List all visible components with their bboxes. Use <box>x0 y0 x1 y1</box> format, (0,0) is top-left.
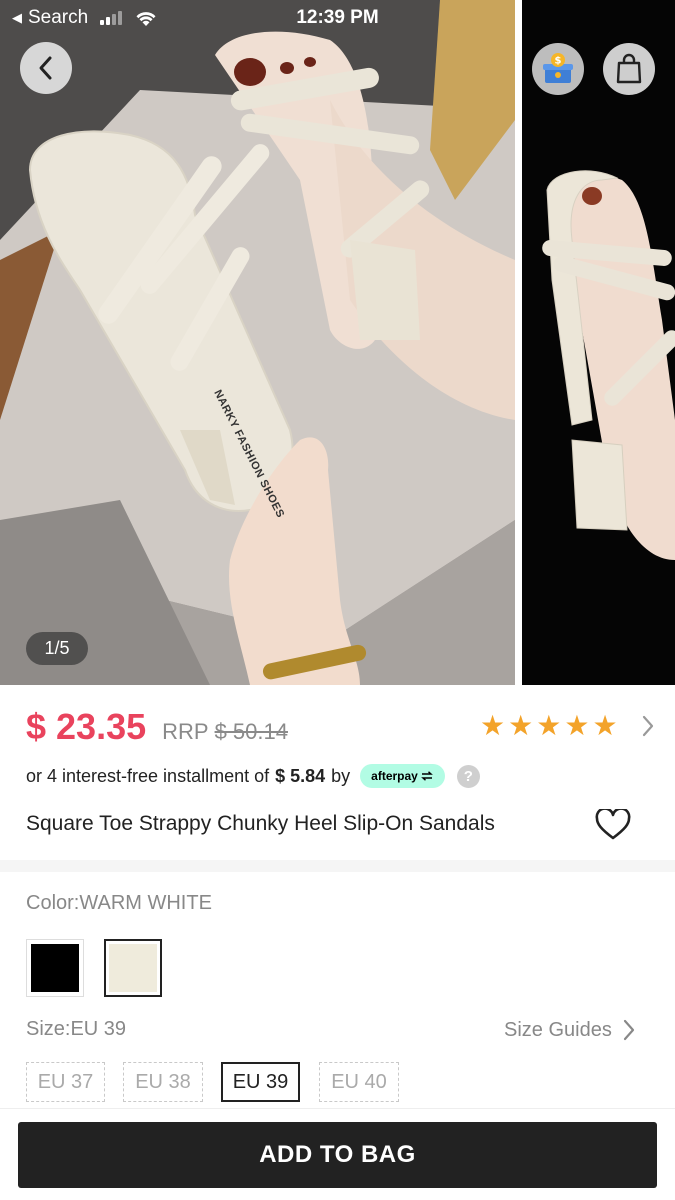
product-photo-next[interactable] <box>522 0 675 685</box>
heart-icon <box>595 809 631 840</box>
size-label: Size:EU 39 <box>26 1018 127 1040</box>
size-option-eu-40[interactable]: EU 40 <box>319 1062 399 1102</box>
star-icon: ★ <box>480 710 506 741</box>
installment-info: or 4 interest-free installment of $ 5.84… <box>26 763 480 789</box>
shopping-bag-button[interactable] <box>603 43 655 95</box>
status-bar: ◀ Search 12:39 PM <box>0 0 675 36</box>
size-option-eu-37[interactable]: EU 37 <box>26 1062 105 1102</box>
afterpay-badge[interactable]: afterpay <box>360 764 445 788</box>
sandal-photo-side-illustration <box>542 170 675 560</box>
installment-prefix: or 4 interest-free installment of <box>26 765 270 786</box>
star-icon: ★ <box>564 710 590 741</box>
shopping-bag-icon <box>616 53 642 84</box>
status-time: 12:39 PM <box>296 7 379 28</box>
color-swatch-warm-white[interactable] <box>104 939 162 997</box>
size-guides-label: Size Guides <box>504 1018 612 1041</box>
rating-stars[interactable]: ★ ★ ★ ★ ★ <box>480 712 618 740</box>
image-counter: 1/5 <box>26 632 88 665</box>
color-swatch-fill <box>109 944 157 992</box>
installment-amount: $ 5.84 <box>275 765 326 786</box>
sale-price: $ 23.35 <box>26 706 147 747</box>
rrp-label: RRP <box>162 719 209 744</box>
rrp-price: $ 50.14 <box>214 719 288 744</box>
help-question-icon[interactable]: ? <box>456 764 480 788</box>
star-icon: ★ <box>536 710 562 741</box>
size-option-eu-38[interactable]: EU 38 <box>123 1062 203 1102</box>
afterpay-label: afterpay <box>371 769 418 783</box>
bottom-action-bar: ADD TO BAG <box>0 1108 675 1200</box>
wishlist-button[interactable] <box>594 806 632 844</box>
size-option-eu-39[interactable]: EU 39 <box>221 1062 300 1102</box>
svg-text:$: $ <box>555 56 562 67</box>
afterpay-arrows-icon <box>421 771 433 781</box>
add-to-bag-button[interactable]: ADD TO BAG <box>18 1122 657 1188</box>
color-label: Color:WARM WHITE <box>26 892 212 914</box>
section-divider <box>0 860 675 872</box>
gift-coin-icon: $ <box>543 53 573 83</box>
back-button[interactable] <box>20 42 72 94</box>
chevron-right-icon <box>623 1019 634 1041</box>
installment-by: by <box>331 765 351 786</box>
size-guides-link[interactable]: Size Guides <box>504 1018 636 1042</box>
product-image-gallery[interactable]: NARKY FASHION SHOES ◀ Search 12:39 PM $ … <box>0 0 675 685</box>
color-swatch-fill <box>31 944 79 992</box>
product-photo-main[interactable]: NARKY FASHION SHOES <box>0 0 515 685</box>
chevron-left-icon <box>39 56 52 80</box>
star-icon: ★ <box>508 710 534 741</box>
sandal-photo-illustration <box>0 0 515 685</box>
rewards-button[interactable]: $ <box>532 43 584 95</box>
product-title: Square Toe Strappy Chunky Heel Slip-On S… <box>26 812 495 835</box>
chevron-right-icon[interactable] <box>638 712 658 740</box>
star-icon: ★ <box>592 710 618 741</box>
color-swatch-black[interactable] <box>26 939 84 997</box>
